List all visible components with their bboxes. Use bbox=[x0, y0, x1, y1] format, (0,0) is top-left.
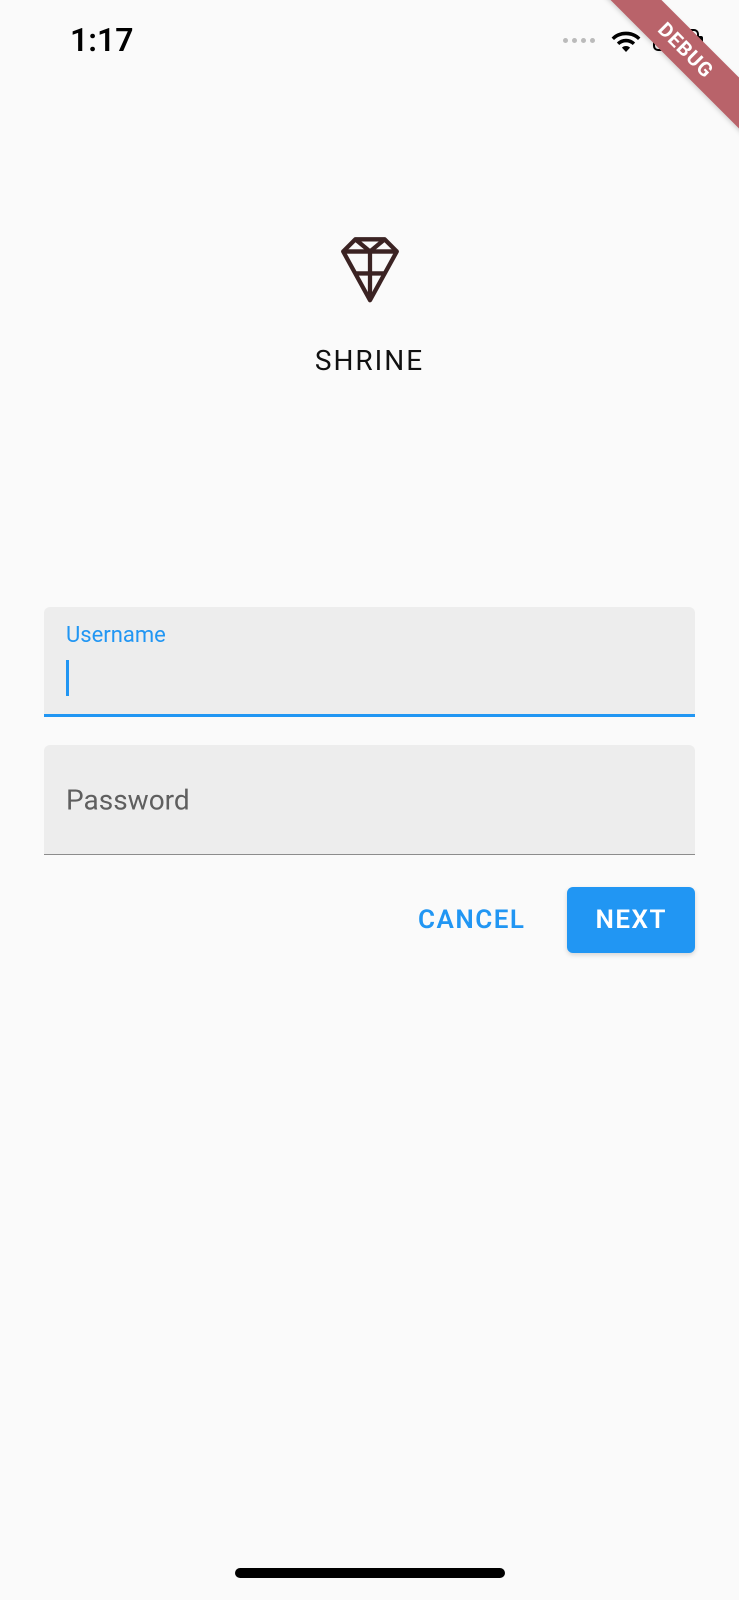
username-input[interactable] bbox=[66, 660, 673, 700]
button-row: CANCEL NEXT bbox=[44, 887, 695, 953]
username-label: Username bbox=[66, 623, 166, 648]
next-button[interactable]: NEXT bbox=[567, 887, 695, 953]
logo-block: SHRINE bbox=[44, 232, 695, 377]
username-field[interactable]: Username bbox=[44, 607, 695, 717]
cancel-button[interactable]: CANCEL bbox=[390, 887, 553, 953]
diamond-icon bbox=[331, 232, 409, 310]
password-input[interactable] bbox=[66, 800, 673, 840]
password-field[interactable]: Password bbox=[44, 745, 695, 855]
app-name: SHRINE bbox=[315, 344, 424, 377]
home-indicator bbox=[235, 1568, 505, 1578]
